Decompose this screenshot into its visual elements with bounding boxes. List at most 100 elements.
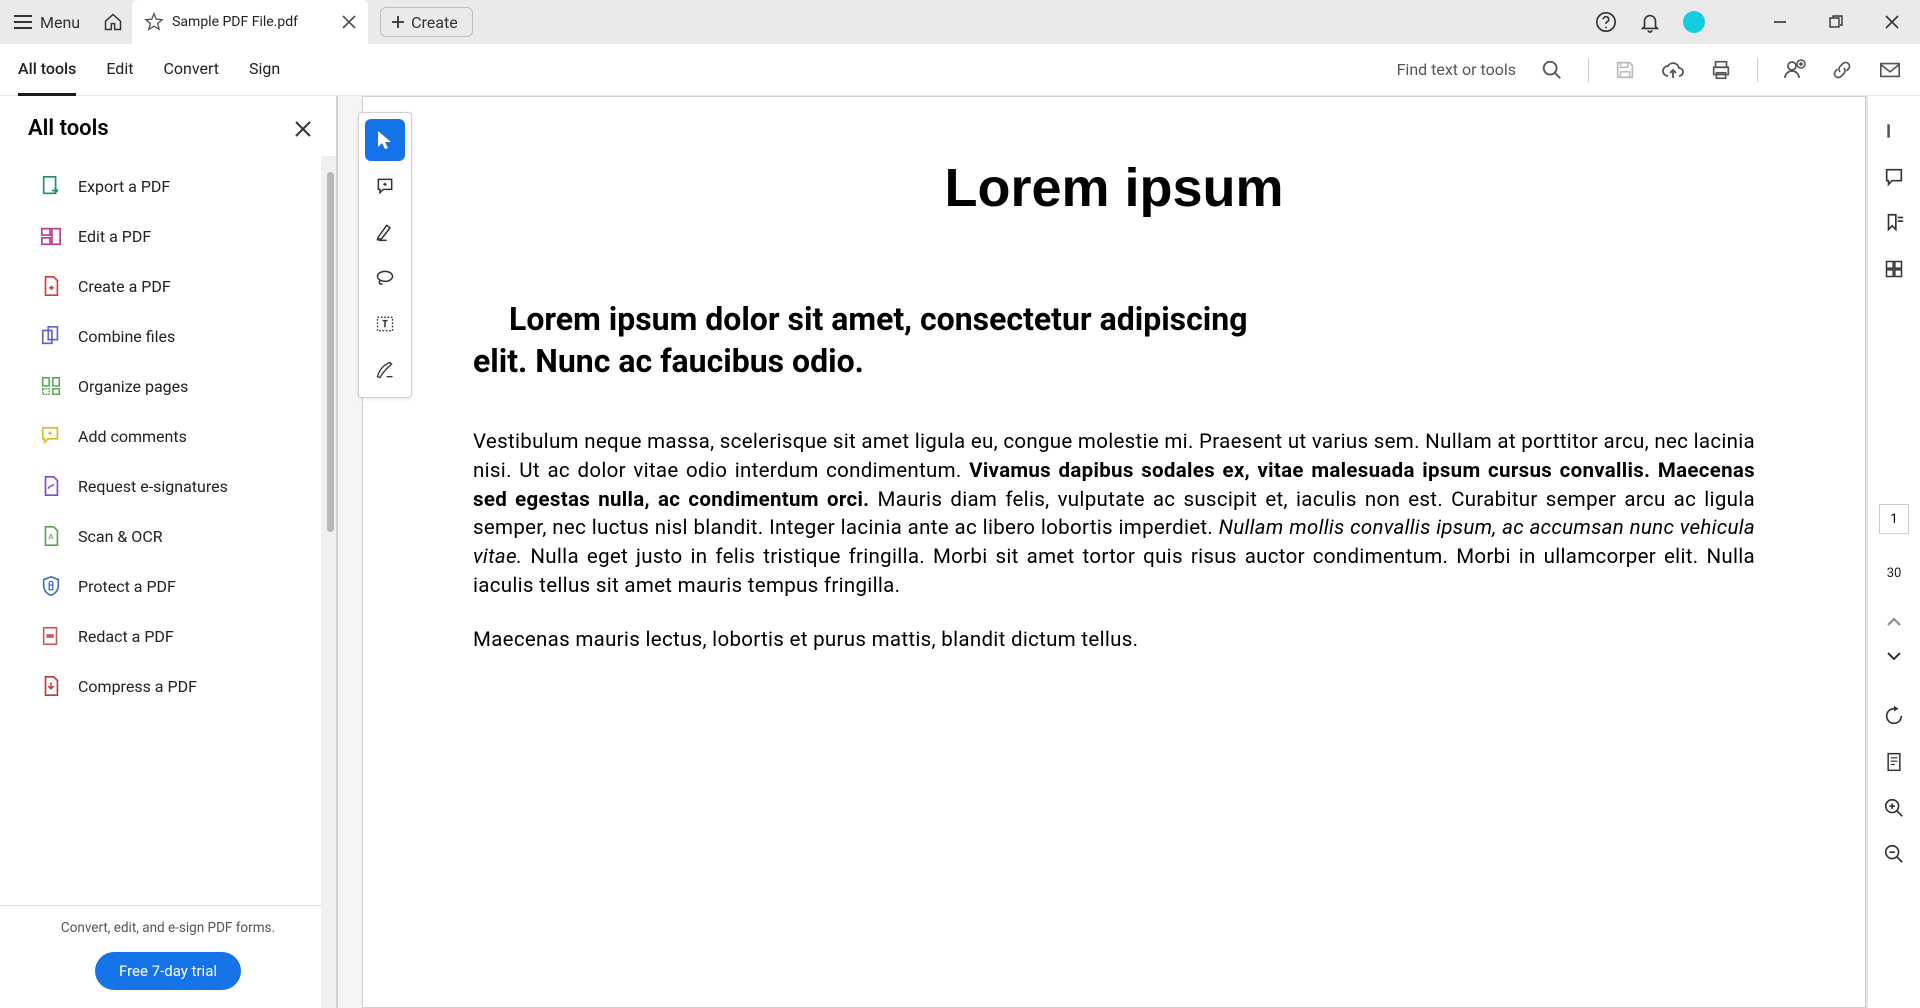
page-down-button[interactable] (1883, 645, 1905, 667)
menu-button[interactable]: Menu (0, 0, 94, 44)
tool-icon: A (40, 525, 62, 547)
minimize-icon (1773, 15, 1787, 29)
notifications-button[interactable] (1628, 0, 1672, 44)
textbox-icon (375, 314, 395, 334)
zoom-in-icon (1883, 797, 1905, 819)
tool-label: Create a PDF (78, 277, 171, 296)
zoom-out-button[interactable] (1883, 843, 1905, 865)
thumbnails-panel-button[interactable] (1883, 258, 1905, 280)
tool-icon (40, 475, 62, 497)
speech-icon (1883, 166, 1905, 188)
tool-list: Export a PDFEdit a PDF Create a PDF Combin… (0, 147, 336, 905)
textbox-tool[interactable] (365, 303, 405, 345)
sign-tool[interactable] (365, 349, 405, 391)
free-trial-button[interactable]: Free 7-day trial (95, 952, 241, 990)
upload-button[interactable] (1661, 58, 1685, 82)
total-pages: 30 (1887, 566, 1902, 581)
tool-item-export-a-pdf[interactable]: Export a PDF (20, 161, 326, 211)
panel-toggle-button[interactable] (1883, 120, 1905, 142)
save-icon (1614, 59, 1636, 81)
lasso-icon (375, 268, 395, 288)
select-tool[interactable] (365, 119, 405, 161)
tool-label: Add comments (78, 427, 187, 446)
sidebar-close-button[interactable] (294, 120, 312, 138)
avatar-icon (1683, 11, 1705, 33)
tool-item-organize-pages[interactable]: Organize pages (20, 361, 326, 411)
tool-item-create-a-pdf[interactable]: Create a PDF (20, 261, 326, 311)
tool-label: Scan & OCR (78, 527, 163, 546)
page-display-button[interactable] (1883, 751, 1905, 773)
search-button[interactable] (1540, 58, 1564, 82)
rotate-button[interactable] (1883, 705, 1905, 727)
share-people-button[interactable] (1782, 58, 1806, 82)
pen-icon (375, 360, 395, 380)
create-button[interactable]: Create (380, 7, 473, 37)
tool-icon (40, 275, 62, 297)
tool-item-compress-a-pdf[interactable]: Compress a PDF (20, 661, 326, 711)
tool-icon (40, 325, 62, 347)
link-icon (1831, 59, 1853, 81)
tool-item-redact-a-pdf[interactable]: Redact a PDF (20, 611, 326, 661)
tab-close-icon[interactable] (342, 15, 356, 29)
tab-label: Sample PDF File.pdf (172, 14, 334, 30)
quick-tools (358, 112, 412, 398)
tab-all-tools[interactable]: All tools (18, 44, 76, 96)
all-tools-sidebar: All tools Export a PDFEdit a PDFCreate a… (0, 96, 338, 1008)
print-button[interactable] (1709, 58, 1733, 82)
maximize-button[interactable] (1808, 0, 1864, 44)
account-button[interactable] (1672, 0, 1716, 44)
draw-tool[interactable] (365, 257, 405, 299)
tab-edit[interactable]: Edit (106, 44, 133, 96)
zoom-in-button[interactable] (1883, 797, 1905, 819)
help-button[interactable] (1584, 0, 1628, 44)
doc-paragraph-1: Vestibulum neque massa, scelerisque sit … (473, 428, 1755, 600)
help-icon (1595, 11, 1617, 33)
highlight-tool[interactable] (365, 211, 405, 253)
save-button[interactable] (1613, 58, 1637, 82)
bookmark-icon (1883, 212, 1905, 234)
tool-item-scan-ocr[interactable]: A Scan & OCR (20, 511, 326, 561)
tool-item-request-e-signatures[interactable]: Request e-signatures (20, 461, 326, 511)
tool-label: Combine files (78, 327, 175, 346)
minimize-button[interactable] (1752, 0, 1808, 44)
cloud-upload-icon (1661, 58, 1685, 82)
footer-text: Convert, edit, and e-sign PDF forms. (0, 920, 336, 936)
separator (1757, 58, 1758, 82)
zoom-out-icon (1883, 843, 1905, 865)
tool-item-protect-a-pdf[interactable]: Protect a PDF (20, 561, 326, 611)
home-button[interactable] (94, 0, 132, 44)
tool-item-edit-a-pdf[interactable]: Edit a PDF (20, 211, 326, 261)
document-page[interactable]: Lorem ipsum Lorem ipsum dolor sit amet, … (362, 96, 1866, 1008)
comment-tool[interactable] (365, 165, 405, 207)
page-icon (1884, 751, 1904, 773)
separator (1588, 58, 1589, 82)
svg-text:A: A (48, 533, 54, 543)
plus-icon (389, 13, 407, 31)
star-icon[interactable] (144, 12, 164, 32)
tool-item-add-comments[interactable]: Add comments (20, 411, 326, 461)
doc-title: Lorem ipsum (473, 157, 1755, 219)
tool-icon (40, 625, 62, 647)
tool-item-combine-files[interactable]: Combine files (20, 311, 326, 361)
bookmarks-panel-button[interactable] (1883, 212, 1905, 234)
document-tab[interactable]: Sample PDF File.pdf (132, 0, 368, 44)
chevron-up-icon (1886, 616, 1902, 628)
tab-sign[interactable]: Sign (249, 44, 280, 96)
scrollbar-thumb[interactable] (327, 172, 334, 532)
cursor-icon (376, 130, 394, 150)
link-button[interactable] (1830, 58, 1854, 82)
document-area: Lorem ipsum Lorem ipsum dolor sit amet, … (338, 96, 1866, 1008)
create-label: Create (411, 13, 458, 32)
comments-panel-button[interactable] (1883, 166, 1905, 188)
tool-icon (40, 575, 62, 597)
doc-paragraph-2: Maecenas mauris lectus, lobortis et puru… (473, 626, 1755, 655)
tool-icon (40, 375, 62, 397)
page-up-button[interactable] (1883, 611, 1905, 633)
bell-icon (1639, 11, 1661, 33)
close-window-button[interactable] (1864, 0, 1920, 44)
current-page-input[interactable]: 1 (1879, 504, 1909, 534)
email-button[interactable] (1878, 58, 1902, 82)
tab-convert[interactable]: Convert (163, 44, 219, 96)
tool-label: Protect a PDF (78, 577, 176, 596)
main-toolbar: All tools Edit Convert Sign Find text or… (0, 44, 1920, 96)
